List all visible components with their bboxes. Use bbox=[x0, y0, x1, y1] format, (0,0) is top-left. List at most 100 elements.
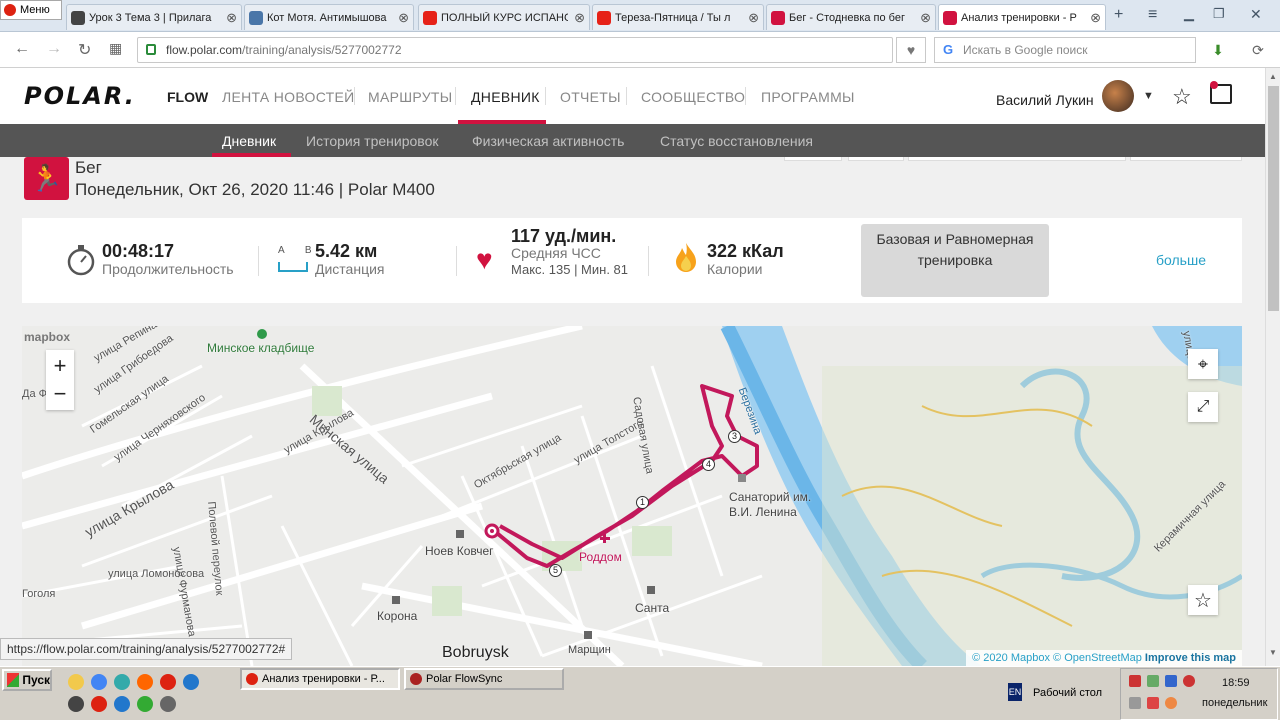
quick-launch-icon[interactable] bbox=[160, 674, 176, 690]
search-field[interactable]: G Искать в Google поиск bbox=[934, 37, 1196, 63]
session-datetime: Понедельник, Окт 26, 2020 11:46 | Polar … bbox=[75, 180, 435, 199]
quick-launch-icon[interactable] bbox=[114, 674, 130, 690]
hr-label: Средняя ЧСС bbox=[511, 245, 601, 261]
zoom-out-icon[interactable]: − bbox=[54, 380, 67, 408]
antivirus-icon[interactable] bbox=[1183, 675, 1195, 687]
flame-icon bbox=[674, 242, 698, 281]
tray-app-icon[interactable] bbox=[1147, 675, 1159, 687]
tab-menu-icon[interactable]: ≡ bbox=[1148, 6, 1157, 24]
close-tab-icon[interactable]: ⊗ bbox=[226, 10, 237, 26]
document-icon bbox=[71, 10, 85, 25]
km-marker[interactable]: 4 bbox=[702, 458, 715, 471]
desktop-label[interactable]: Рабочий стол bbox=[1033, 687, 1102, 699]
nav-item[interactable]: ОТЧЕТЫ bbox=[560, 89, 621, 105]
scroll-up-icon[interactable]: ▲ bbox=[1269, 72, 1277, 81]
close-window-icon[interactable]: ✕ bbox=[1250, 6, 1262, 23]
subnav-item[interactable]: Статус восстановления bbox=[660, 133, 813, 149]
close-tab-icon[interactable]: ⊗ bbox=[748, 10, 759, 26]
browser-tab[interactable]: Урок 3 Тема 3 | Прилага ⊗ bbox=[66, 4, 242, 30]
clock-time[interactable]: 18:59 bbox=[1222, 677, 1250, 689]
nav-item[interactable]: ДНЕВНИК bbox=[471, 89, 540, 105]
page-scrollbar[interactable]: ▲ ▼ bbox=[1265, 68, 1280, 666]
address-field[interactable]: flow.polar.com/training/analysis/5277002… bbox=[137, 37, 893, 63]
nav-item[interactable]: МАРШРУТЫ bbox=[368, 89, 452, 105]
forward-icon[interactable]: → bbox=[46, 40, 62, 58]
quick-launch-icon[interactable] bbox=[68, 674, 84, 690]
close-tab-icon[interactable]: ⊗ bbox=[398, 10, 409, 26]
ruler-icon bbox=[278, 262, 308, 272]
speed-dial-icon[interactable]: ▦ bbox=[109, 40, 122, 57]
chevron-down-icon[interactable]: ▼ bbox=[1143, 90, 1154, 102]
avatar[interactable] bbox=[1102, 80, 1134, 112]
mapbox-link[interactable]: © 2020 Mapbox bbox=[972, 652, 1050, 664]
tray-app-icon[interactable] bbox=[1129, 697, 1141, 709]
km-marker[interactable]: 1 bbox=[636, 496, 649, 509]
subnav-item[interactable]: Дневник bbox=[222, 133, 276, 149]
taskbar-window-label: Анализ тренировки - Р... bbox=[262, 673, 385, 685]
nav-item[interactable]: ЛЕНТА НОВОСТЕЙ bbox=[222, 89, 355, 105]
favorite-route-star-icon[interactable]: ☆ bbox=[1188, 585, 1218, 615]
tab-bar: Меню Урок 3 Тема 3 | Прилага ⊗ Кот Мотя. А… bbox=[0, 0, 1280, 32]
nav-item[interactable]: СООБЩЕСТВО bbox=[641, 89, 745, 105]
subnav-item[interactable]: Физическая активность bbox=[472, 133, 624, 149]
browser-tab[interactable]: Анализ тренировки - Р ⊗ bbox=[938, 4, 1106, 30]
tab-title: Кот Мотя. Антимышова bbox=[267, 11, 387, 24]
polar-logo[interactable]: POLAR. bbox=[24, 82, 136, 110]
taskbar-window-button[interactable]: Анализ тренировки - Р... bbox=[240, 668, 400, 690]
quick-launch-icon[interactable] bbox=[137, 674, 153, 690]
user-name[interactable]: Василий Лукин bbox=[996, 92, 1094, 108]
close-tab-icon[interactable]: ⊗ bbox=[1090, 10, 1101, 26]
mapbox-logo[interactable]: mapbox bbox=[24, 330, 70, 344]
opera-menu-button[interactable]: Меню bbox=[0, 0, 62, 20]
browser-tab[interactable]: ПОЛНЫЙ КУРС ИСПАНС ⊗ bbox=[418, 4, 590, 30]
minimize-icon[interactable]: ▁ bbox=[1184, 6, 1194, 22]
nav-separator bbox=[354, 87, 355, 105]
tab-title: Анализ тренировки - Р bbox=[961, 11, 1077, 24]
quick-launch-icon[interactable] bbox=[91, 674, 107, 690]
quick-launch-icon[interactable] bbox=[160, 696, 176, 712]
nav-item[interactable]: ПРОГРАММЫ bbox=[761, 89, 855, 105]
improve-map-link[interactable]: Improve this map bbox=[1145, 652, 1236, 664]
zoom-in-icon[interactable]: + bbox=[54, 352, 67, 380]
back-icon[interactable]: ← bbox=[14, 40, 30, 58]
subnav-item[interactable]: История тренировок bbox=[306, 133, 438, 149]
tray-app-icon[interactable] bbox=[1129, 675, 1141, 687]
browser-tab[interactable]: Тереза-Пятница / Ты л ⊗ bbox=[592, 4, 764, 30]
tray-app-icon[interactable] bbox=[1165, 675, 1177, 687]
quick-launch-icon[interactable] bbox=[137, 696, 153, 712]
favorites-star-icon[interactable]: ☆ bbox=[1172, 84, 1192, 110]
map-label: Санта bbox=[635, 601, 670, 615]
close-tab-icon[interactable]: ⊗ bbox=[920, 10, 931, 26]
new-tab-icon[interactable]: + bbox=[1114, 6, 1123, 24]
more-link[interactable]: больше bbox=[1156, 252, 1206, 268]
header-tab-edge bbox=[784, 157, 842, 161]
clock-day: понедельник bbox=[1202, 697, 1268, 709]
language-indicator[interactable]: EN bbox=[1008, 683, 1022, 701]
reload-icon[interactable]: ↻ bbox=[78, 40, 91, 60]
locate-icon[interactable]: ⌖ bbox=[1188, 349, 1218, 379]
tray-app-icon[interactable] bbox=[1147, 697, 1159, 709]
maximize-icon[interactable]: ❐ bbox=[1213, 6, 1225, 22]
update-icon[interactable]: ⟳ bbox=[1248, 40, 1268, 60]
start-button[interactable]: Пуск bbox=[2, 669, 52, 691]
close-tab-icon[interactable]: ⊗ bbox=[574, 10, 585, 26]
taskbar-window-button[interactable]: Polar FlowSync bbox=[404, 668, 564, 690]
km-marker[interactable]: 5 bbox=[549, 564, 562, 577]
quick-launch-icon[interactable] bbox=[91, 696, 107, 712]
quick-launch-icon[interactable] bbox=[68, 696, 84, 712]
scroll-thumb[interactable] bbox=[1268, 86, 1279, 311]
tray-app-icon[interactable] bbox=[1165, 697, 1177, 709]
duration-label: Продолжительность bbox=[102, 261, 234, 277]
flow-label: FLOW bbox=[167, 89, 209, 105]
bookmark-heart-icon[interactable]: ♥ bbox=[896, 37, 926, 63]
osm-link[interactable]: © OpenStreetMap bbox=[1053, 652, 1142, 664]
quick-launch-icon[interactable] bbox=[183, 674, 199, 690]
km-marker[interactable]: 3 bbox=[728, 430, 741, 443]
scroll-down-icon[interactable]: ▼ bbox=[1269, 648, 1277, 657]
browser-tab[interactable]: Бег - Стодневка по бег ⊗ bbox=[766, 4, 936, 30]
route-map[interactable]: 1345 Минское кладбище улица Репина улица Г… bbox=[22, 326, 1242, 666]
quick-launch-icon[interactable] bbox=[114, 696, 130, 712]
download-extension-icon[interactable]: ⬇ bbox=[1208, 40, 1228, 60]
fullscreen-icon[interactable]: ⤢ bbox=[1188, 392, 1218, 422]
browser-tab[interactable]: Кот Мотя. Антимышова ⊗ bbox=[244, 4, 414, 30]
